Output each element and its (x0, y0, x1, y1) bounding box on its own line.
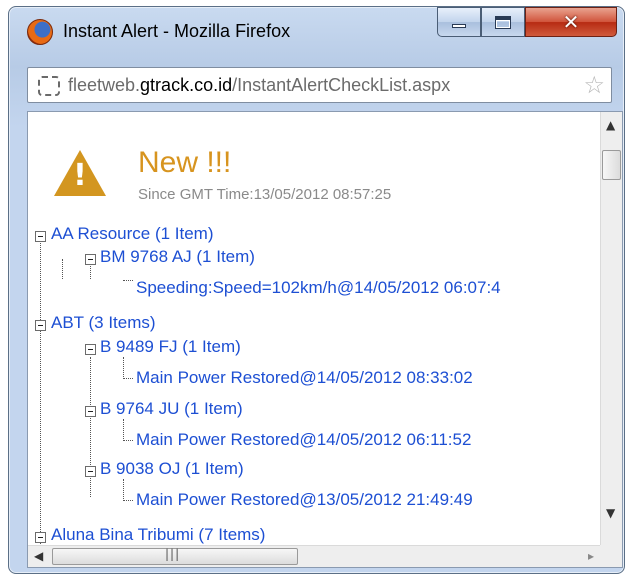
tree-connector (123, 479, 124, 499)
grip-icon: ||| (165, 547, 181, 561)
tree-connector (123, 357, 124, 377)
tree-node-vehicle[interactable]: BM 9768 AJ (1 Item) (100, 247, 255, 267)
tree-connector (62, 259, 63, 279)
collapse-toggle[interactable] (35, 231, 46, 242)
tree-connector (123, 500, 133, 501)
since-time: Since GMT Time:13/05/2012 08:57:25 (138, 186, 392, 203)
collapse-toggle[interactable] (85, 344, 96, 355)
horizontal-scroll-thumb[interactable]: ||| (52, 547, 298, 565)
window-title: Instant Alert - Mozilla Firefox (63, 21, 291, 41)
address-bar[interactable]: fleetweb.gtrack.co.id/InstantAlertCheckL… (27, 67, 612, 103)
collapse-toggle[interactable] (85, 254, 96, 265)
warning-exclamation: ! (73, 158, 87, 193)
horizontal-scrollbar[interactable]: ◀ ||| ▸ (28, 545, 602, 567)
firefox-icon (27, 19, 53, 45)
tree-node-group[interactable]: ABT (3 Items) (51, 313, 156, 333)
scroll-left-icon[interactable]: ◀ (34, 549, 43, 563)
tree-node-alert[interactable]: Main Power Restored@13/05/2012 21:49:49 (136, 490, 473, 510)
scroll-down-icon[interactable]: ▼ (606, 506, 615, 520)
scroll-right-icon[interactable]: ▸ (588, 549, 594, 563)
minimize-icon (452, 24, 466, 28)
collapse-toggle[interactable] (85, 466, 96, 477)
tree-node-alert[interactable]: Speeding:Speed=102km/h@14/05/2012 06:07:… (136, 278, 501, 298)
tree-node-alert[interactable]: Main Power Restored@14/05/2012 06:11:52 (136, 430, 471, 450)
tree-connector (123, 419, 124, 439)
collapse-toggle[interactable] (35, 532, 46, 543)
page-content: ! New !!! Since GMT Time:13/05/2012 08:5… (27, 111, 623, 568)
star-icon[interactable]: ☆ (583, 72, 605, 98)
collapse-toggle[interactable] (35, 320, 46, 331)
tree-connector (123, 378, 133, 379)
scroll-up-icon[interactable]: ▲ (606, 118, 615, 132)
tree-node-vehicle[interactable]: B 9038 OJ (1 Item) (100, 459, 244, 479)
vertical-scroll-thumb[interactable] (602, 150, 621, 180)
page-viewport: ! New !!! Since GMT Time:13/05/2012 08:5… (28, 112, 602, 547)
tree-connector (123, 280, 133, 281)
tree-node-group[interactable]: Aluna Bina Tribumi (7 Items) (51, 525, 265, 545)
site-identity-icon[interactable] (38, 76, 60, 96)
collapse-toggle[interactable] (85, 406, 96, 417)
maximize-icon (495, 15, 511, 29)
close-button[interactable]: ✕ (525, 7, 617, 37)
url-domain: gtrack.co.id (140, 75, 233, 95)
tree-connector (123, 440, 133, 441)
browser-window: Instant Alert - Mozilla Firefox ✕ fleetw… (8, 6, 625, 574)
caption-buttons: ✕ (437, 7, 620, 37)
tree-node-alert[interactable]: Main Power Restored@14/05/2012 08:33:02 (136, 368, 473, 388)
url-path: /InstantAlertCheckList.aspx (232, 75, 451, 95)
vertical-scrollbar[interactable]: ▲ ▼ (600, 112, 622, 547)
tree-node-vehicle[interactable]: B 9489 FJ (1 Item) (100, 337, 241, 357)
maximize-button[interactable] (481, 7, 525, 37)
close-icon: ✕ (562, 10, 580, 34)
url-text[interactable]: fleetweb.gtrack.co.id/InstantAlertCheckL… (68, 75, 568, 96)
title-bar[interactable]: Instant Alert - Mozilla Firefox ✕ (9, 7, 624, 53)
tree-node-vehicle[interactable]: B 9764 JU (1 Item) (100, 399, 243, 419)
tree-connector (40, 236, 41, 546)
scrollbar-corner (600, 545, 622, 567)
url-prefix: fleetweb. (68, 75, 141, 95)
alert-heading: New !!! (138, 146, 232, 179)
minimize-button[interactable] (437, 7, 481, 37)
tree-node-group[interactable]: AA Resource (1 Item) (51, 224, 214, 244)
